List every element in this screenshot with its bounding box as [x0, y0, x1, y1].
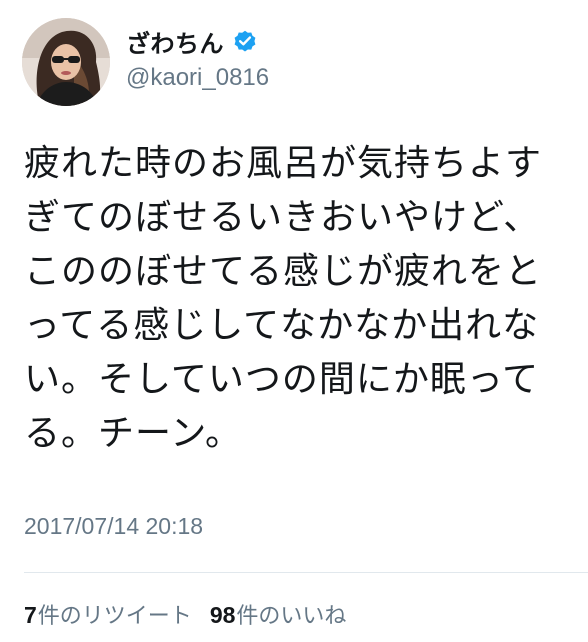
likes-label: 件のいいね — [236, 604, 347, 629]
retweets-label: 件のリツイート — [37, 604, 192, 629]
likes-stat[interactable]: 98件のいいね — [210, 598, 347, 630]
avatar[interactable] — [22, 18, 110, 106]
avatar-image — [22, 18, 110, 106]
tweet-text-line: こののぼせてる感じが疲れをと — [24, 251, 543, 292]
tweet-text-line: る。チーン。 — [24, 413, 243, 454]
tweet-text-line: い。そしていつの間にか眠って — [24, 359, 540, 400]
tweet-text-line: ぎてのぼせるいきおいやけど、 — [24, 197, 541, 238]
retweets-count: 7 — [24, 602, 37, 628]
display-name[interactable]: ざわちん — [126, 24, 224, 59]
likes-count: 98 — [209, 602, 236, 628]
divider — [24, 572, 588, 573]
name-row: ざわちん — [126, 24, 269, 58]
tweet-text-line: ってる感じしてなかなか出れな — [24, 305, 540, 346]
tweet-card: ざわちん @kaori_0816 疲れた時のお風呂が気持ちよす ぎてのぼせるいき… — [0, 0, 588, 642]
verified-badge-icon — [232, 28, 258, 54]
tweet-text-line: 疲れた時のお風呂が気持ちよす — [24, 143, 543, 184]
retweets-stat[interactable]: 7件のリツイート — [24, 598, 192, 630]
user-handle[interactable]: @kaori_0816 — [126, 64, 269, 92]
tweet-header: ざわちん @kaori_0816 — [126, 24, 269, 92]
tweet-timestamp[interactable]: 2017/07/14 20:18 — [24, 513, 203, 540]
tweet-stats: 7件のリツイート 98件のいいね — [24, 598, 346, 630]
tweet-text: 疲れた時のお風呂が気持ちよす ぎてのぼせるいきおいやけど、 こののぼせてる感じが… — [24, 137, 580, 461]
